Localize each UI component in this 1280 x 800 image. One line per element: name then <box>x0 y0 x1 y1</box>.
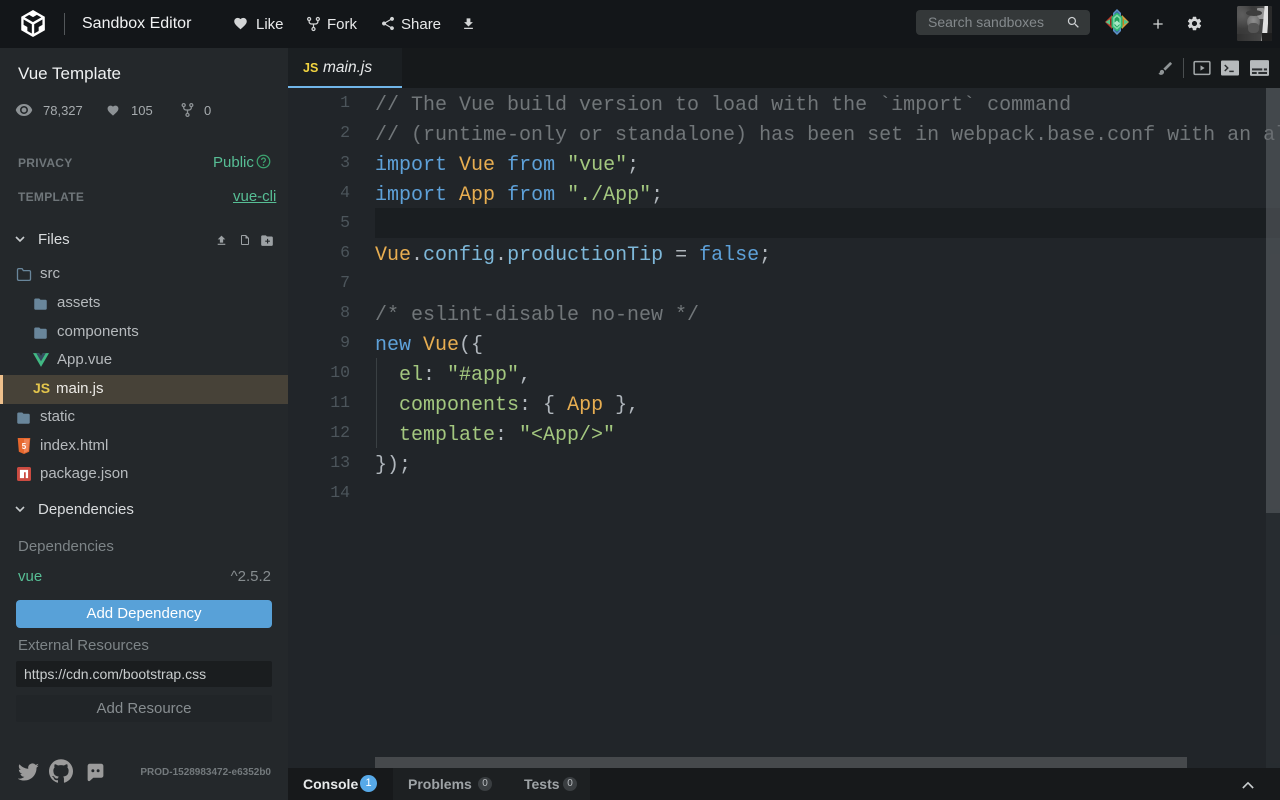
svg-text:5: 5 <box>22 441 27 450</box>
